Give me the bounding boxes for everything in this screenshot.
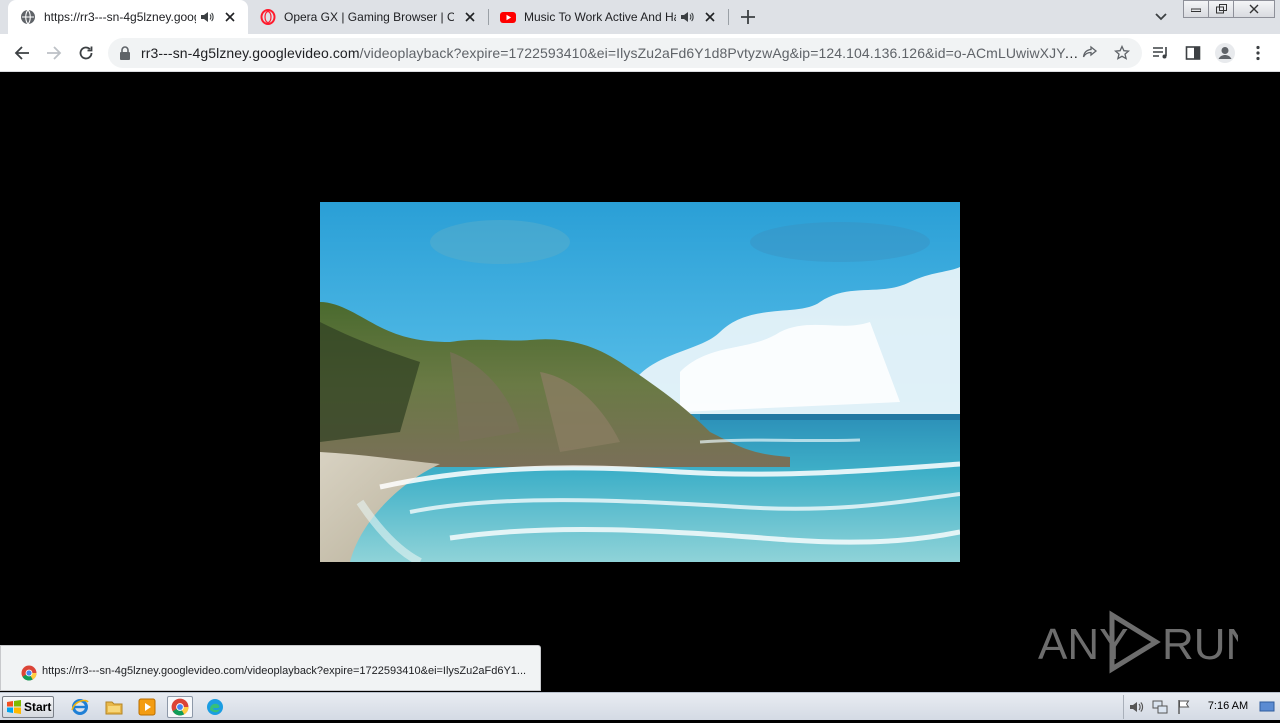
menu-button[interactable] (1246, 41, 1270, 65)
reload-icon (79, 46, 93, 60)
side-panel-button[interactable] (1181, 41, 1205, 65)
tab-title: Music To Work Active And Happy (524, 10, 676, 24)
explorer-icon[interactable] (101, 696, 127, 718)
youtube-icon (500, 12, 516, 23)
address-bar[interactable]: rr3---sn-4g5lzney.googlevideo.com/videop… (108, 38, 1142, 68)
minimize-icon (1191, 8, 1201, 12)
show-desktop-button[interactable] (1258, 696, 1276, 718)
page-viewport: https://rr3---sn-4g5lzney.googlevideo.co… (0, 72, 1280, 692)
anyrun-watermark: ANY RUN (1038, 610, 1238, 674)
tab-strip: https://rr3---sn-4g5lzney.googlevideo.co… (0, 0, 1280, 34)
close-tab-icon[interactable] (702, 9, 718, 25)
close-window-button[interactable] (1233, 0, 1275, 18)
system-clock[interactable]: 7:16 AM (1200, 700, 1256, 712)
media-player-icon[interactable] (134, 696, 160, 718)
close-icon (1249, 4, 1259, 14)
browser-toolbar: rr3---sn-4g5lzney.googlevideo.com/videop… (0, 34, 1280, 72)
share-icon (1082, 45, 1098, 58)
beach-video-frame (320, 202, 960, 562)
edge-icon[interactable] (202, 696, 228, 718)
opera-icon (260, 9, 276, 25)
plus-icon (741, 10, 755, 24)
new-tab-button[interactable] (738, 7, 758, 27)
reload-button[interactable] (74, 41, 98, 65)
url-path: /videoplayback?expire=1722593410&ei=Ilys… (359, 45, 1081, 61)
tab-title: Opera GX | Gaming Browser | Opera (284, 10, 454, 24)
chevron-down-icon (1155, 13, 1167, 21)
restore-button[interactable] (1208, 0, 1234, 18)
url-host: rr3---sn-4g5lzney.googlevideo.com (141, 45, 360, 61)
arrow-right-icon (47, 46, 62, 60)
media-queue-icon (1153, 47, 1167, 59)
tab-divider (728, 9, 729, 25)
tray-divider (1123, 695, 1124, 719)
link-status-bubble: https://rr3---sn-4g5lzney.googlevideo.co… (0, 645, 541, 691)
tab-youtube[interactable]: Music To Work Active And Happy (488, 0, 728, 34)
bookmark-star-button[interactable] (1113, 44, 1131, 62)
minimize-button[interactable] (1183, 0, 1209, 18)
media-control-button[interactable] (1149, 41, 1173, 65)
start-label: Start (24, 700, 52, 714)
close-tab-icon[interactable] (222, 9, 238, 25)
watermark-right-text: RUN (1162, 620, 1238, 669)
profile-button[interactable] (1213, 41, 1237, 65)
forward-button[interactable] (42, 41, 66, 65)
start-button[interactable]: Start (2, 696, 54, 718)
watermark-left-text: ANY (1038, 620, 1128, 669)
chrome-icon (21, 665, 37, 681)
network-icon[interactable] (1152, 699, 1168, 715)
tab-title: https://rr3---sn-4g5lzney.googlevideo.co… (44, 10, 196, 24)
kebab-menu-icon (1256, 45, 1260, 61)
volume-icon[interactable] (1128, 699, 1144, 715)
avatar-icon (1215, 43, 1235, 63)
address-url[interactable]: rr3---sn-4g5lzney.googlevideo.com/videop… (141, 45, 1081, 61)
speaker-icon[interactable] (680, 10, 694, 24)
action-center-flag-icon[interactable] (1176, 699, 1192, 715)
tab-googlevideo[interactable]: https://rr3---sn-4g5lzney.googlevideo.co… (8, 0, 248, 34)
arrow-left-icon (14, 46, 29, 60)
side-panel-icon (1185, 46, 1201, 60)
chrome-icon[interactable] (167, 696, 193, 718)
share-button[interactable] (1081, 44, 1099, 62)
speaker-icon[interactable] (200, 10, 214, 24)
tab-opera[interactable]: Opera GX | Gaming Browser | Opera (248, 0, 488, 34)
tab-search-button[interactable] (1152, 8, 1170, 26)
windows-taskbar: Start 7:16 AM (0, 692, 1280, 720)
windows-logo-icon (7, 700, 21, 714)
close-tab-icon[interactable] (462, 9, 478, 25)
restore-icon (1215, 4, 1227, 14)
video-player[interactable] (320, 202, 960, 562)
ie-icon[interactable] (67, 696, 93, 718)
star-icon (1114, 45, 1130, 60)
back-button[interactable] (10, 41, 34, 65)
globe-icon (21, 9, 35, 25)
status-url: https://rr3---sn-4g5lzney.googlevideo.co… (42, 665, 527, 677)
lock-icon[interactable] (118, 46, 132, 60)
